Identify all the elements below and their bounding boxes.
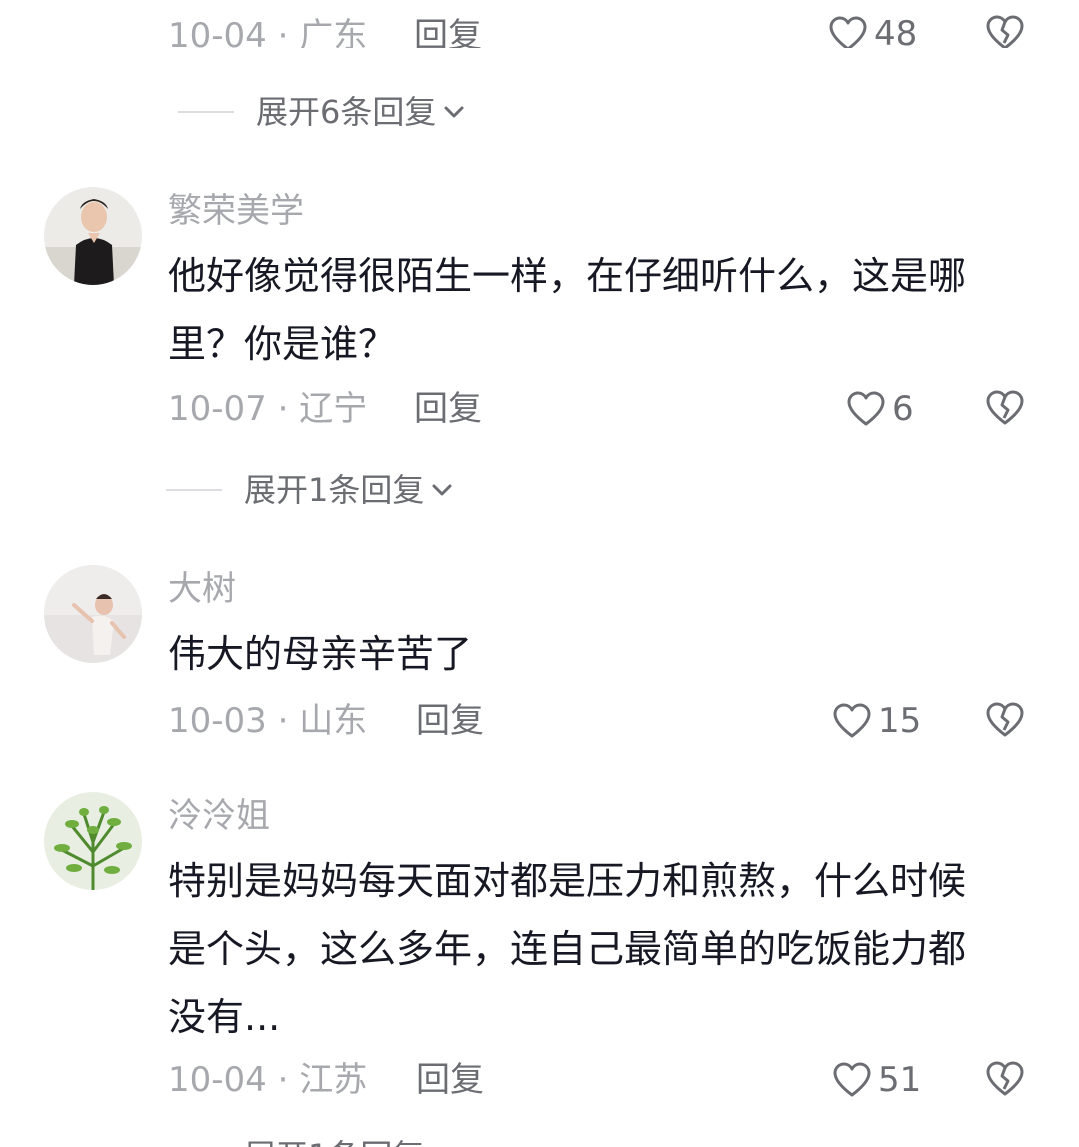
- heart-outline-icon: [829, 16, 867, 48]
- expand-replies-button[interactable]: 展开1条回复: [166, 1136, 424, 1147]
- like-count: 51: [878, 1060, 922, 1100]
- dislike-button[interactable]: [985, 14, 1025, 48]
- username[interactable]: 泠泠姐: [168, 796, 270, 836]
- comment-date: 10-07: [168, 389, 267, 429]
- reply-button[interactable]: 回复: [414, 16, 482, 48]
- expand-replies-label: 展开1条回复: [244, 1136, 424, 1147]
- comment-line: 是个头，这么多年，连自己最简单的吃饭能力都: [168, 927, 967, 971]
- previous-comment-meta-row: 10-04 · 广东 回复 48: [0, 0, 1079, 48]
- reply-button[interactable]: 回复: [414, 389, 482, 429]
- comment-line: 特别是妈妈每天面对都是压力和煎熬，什么时候: [168, 859, 967, 903]
- user-avatar-image: [44, 565, 142, 663]
- comment-date: 10-04: [168, 1060, 267, 1100]
- comment-meta: 10-04 · 广东: [168, 16, 368, 48]
- broken-heart-icon: [986, 1061, 1024, 1096]
- expand-divider: [166, 489, 222, 491]
- comment-text: 伟大的母亲辛苦了: [168, 620, 1038, 688]
- comment-location: 山东: [299, 701, 368, 741]
- heart-outline-icon: [833, 1062, 871, 1097]
- heart-outline-icon: [833, 703, 871, 738]
- like-button[interactable]: 6: [846, 389, 914, 429]
- like-button[interactable]: 48: [828, 14, 917, 48]
- comment-meta: 10-04 · 江苏: [168, 1060, 368, 1100]
- username[interactable]: 繁荣美学: [168, 191, 304, 231]
- avatar[interactable]: [44, 792, 142, 890]
- chevron-down-icon: [432, 484, 452, 496]
- expand-replies-button[interactable]: 展开6条回复: [178, 92, 466, 132]
- expand-replies-button[interactable]: 展开1条回复: [166, 470, 454, 510]
- user-avatar-image: [44, 187, 142, 285]
- expand-replies-label: 展开1条回复: [244, 471, 425, 509]
- reply-button[interactable]: 回复: [416, 1060, 484, 1100]
- expand-replies-label: 展开6条回复: [256, 93, 437, 131]
- comment-location: 辽宁: [299, 389, 368, 429]
- comment-line: 伟大的母亲辛苦了: [168, 632, 473, 676]
- dislike-button[interactable]: [985, 1060, 1025, 1102]
- heart-outline-icon: [847, 391, 885, 426]
- avatar[interactable]: [44, 565, 142, 663]
- next-expand-row: 展开1条回复: [0, 1128, 1079, 1147]
- like-count: 15: [878, 701, 922, 741]
- comment-meta: 10-07 · 辽宁: [168, 389, 368, 429]
- like-button[interactable]: 51: [832, 1060, 921, 1100]
- comment-line: 里？你是谁？: [168, 322, 397, 366]
- comment-line: 他好像觉得很陌生一样，在仔细听什么，这是哪: [168, 254, 967, 298]
- comment-text: 他好像觉得很陌生一样，在仔细听什么，这是哪 里？你是谁？: [168, 242, 1038, 378]
- chevron-down-icon: [444, 106, 464, 118]
- comment-line: 没有...: [168, 995, 281, 1039]
- like-button[interactable]: 15: [832, 701, 921, 741]
- avatar[interactable]: [44, 187, 142, 285]
- like-count: 48: [874, 14, 918, 48]
- comment-location: 江苏: [299, 1060, 368, 1100]
- comment-date: 10-03: [168, 701, 267, 741]
- dislike-button[interactable]: [985, 389, 1025, 431]
- user-avatar-image: [44, 792, 142, 890]
- broken-heart-icon: [986, 702, 1024, 737]
- like-count: 6: [892, 389, 914, 429]
- broken-heart-icon: [986, 15, 1024, 48]
- expand-divider: [178, 111, 234, 113]
- comment-text: 特别是妈妈每天面对都是压力和煎熬，什么时候 是个头，这么多年，连自己最简单的吃饭…: [168, 847, 1038, 1051]
- broken-heart-icon: [986, 390, 1024, 425]
- reply-button[interactable]: 回复: [416, 701, 484, 741]
- username[interactable]: 大树: [168, 569, 236, 609]
- dislike-button[interactable]: [985, 701, 1025, 743]
- comment-meta: 10-03 · 山东: [168, 701, 368, 741]
